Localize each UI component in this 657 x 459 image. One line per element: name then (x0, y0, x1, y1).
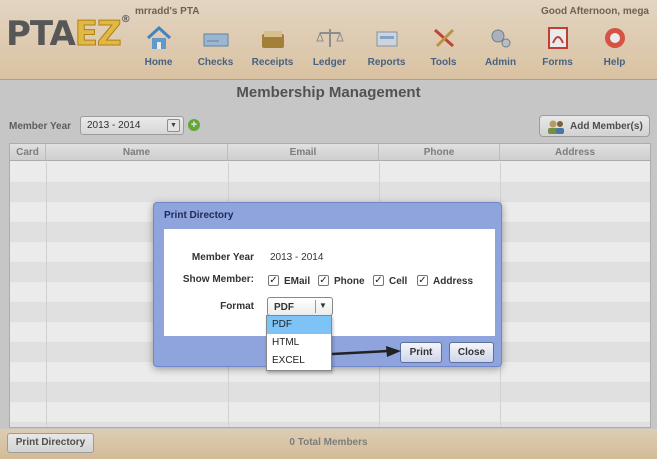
format-label: Format (220, 301, 254, 312)
close-button[interactable]: Close (449, 342, 494, 363)
dialog-member-year-value: 2013 - 2014 (270, 252, 324, 263)
address-checkbox[interactable]: ✓ (417, 275, 428, 286)
email-checkbox[interactable]: ✓ (268, 275, 279, 286)
show-member-label: Show Member: (182, 274, 254, 285)
format-option-excel[interactable]: EXCEL (267, 352, 331, 370)
address-option-label: Address (433, 276, 474, 287)
dialog-member-year-label: Member Year (191, 252, 254, 263)
format-option-pdf[interactable]: PDF (267, 316, 331, 334)
phone-option-label: Phone (334, 276, 365, 287)
phone-checkbox[interactable]: ✓ (318, 275, 329, 286)
print-button[interactable]: Print (400, 342, 442, 363)
chevron-down-icon: ▼ (319, 301, 327, 310)
format-select[interactable]: PDF ▼ (267, 297, 333, 316)
email-option-label: EMail (284, 276, 311, 287)
format-dropdown-list: PDF HTML EXCEL (266, 315, 332, 371)
pointer-arrow-icon (332, 346, 401, 357)
format-option-html[interactable]: HTML (267, 334, 331, 352)
cell-option-label: Cell (389, 276, 408, 287)
select-divider (315, 300, 316, 313)
dialog-title: Print Directory (164, 210, 234, 221)
cell-checkbox[interactable]: ✓ (373, 275, 384, 286)
format-value: PDF (274, 302, 294, 313)
